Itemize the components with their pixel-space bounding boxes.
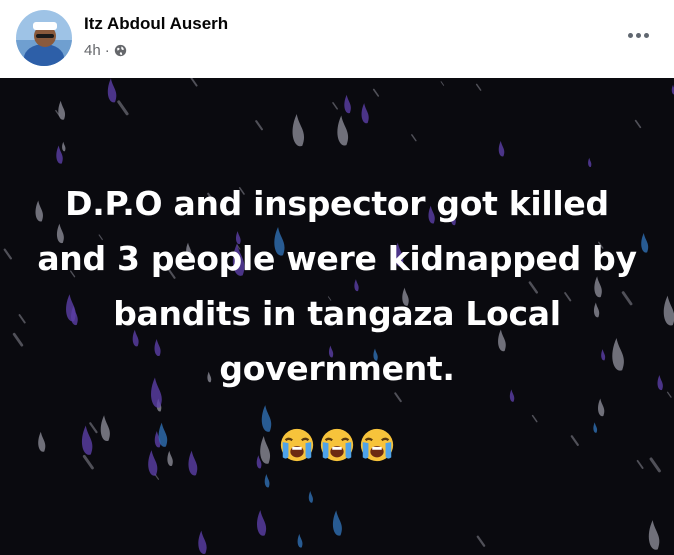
author-avatar[interactable] <box>16 10 72 66</box>
rain-drop <box>117 100 129 116</box>
emoji-row <box>0 426 674 464</box>
rain-drop <box>18 314 26 324</box>
rain-drop <box>264 474 270 488</box>
rain-drop <box>498 140 505 157</box>
post-background: D.P.O and inspector got killed and 3 peo… <box>0 78 674 555</box>
rain-drop <box>666 391 672 398</box>
rain-drop <box>361 103 369 124</box>
loudly-crying-face-icon <box>318 426 356 464</box>
rain-drop <box>344 94 351 114</box>
rain-drop <box>198 530 207 554</box>
rain-drop <box>663 295 674 326</box>
rain-drop <box>332 102 338 110</box>
rain-drop <box>475 83 482 91</box>
rain-drop <box>190 78 198 87</box>
rain-drop <box>292 113 305 147</box>
rain-drop <box>648 520 660 550</box>
author-name[interactable]: Itz Abdoul Auserh <box>84 14 228 34</box>
globe-icon[interactable] <box>114 44 127 57</box>
rain-drop <box>58 100 66 120</box>
post-text: D.P.O and inspector got killed and 3 peo… <box>37 184 637 388</box>
rain-drop <box>107 78 117 103</box>
post-meta: 4h · <box>84 42 127 59</box>
rain-drop <box>598 398 605 417</box>
rain-drop <box>657 374 663 391</box>
rain-drop <box>588 157 592 168</box>
rain-drop <box>531 414 538 423</box>
rain-drop <box>12 332 24 347</box>
post-header: Itz Abdoul Auserh 4h · <box>0 0 674 78</box>
loudly-crying-face-icon <box>358 426 396 464</box>
rain-drop <box>332 510 342 536</box>
rain-drop <box>337 115 349 146</box>
rain-drop <box>372 88 380 97</box>
loudly-crying-face-icon <box>278 426 316 464</box>
rain-drop <box>297 533 303 548</box>
rain-drop <box>56 145 63 164</box>
rain-drop <box>440 81 445 86</box>
rain-drop <box>411 134 417 142</box>
rain-drop <box>308 490 314 503</box>
rain-drop <box>62 141 66 152</box>
rain-drop <box>255 120 263 131</box>
post-time[interactable]: 4h <box>84 42 101 59</box>
more-options-icon[interactable] <box>624 26 652 44</box>
rain-drop <box>634 119 642 129</box>
rain-drop <box>257 510 267 536</box>
meta-separator: · <box>104 42 110 59</box>
rain-drop <box>3 248 12 260</box>
rain-drop <box>476 535 486 547</box>
